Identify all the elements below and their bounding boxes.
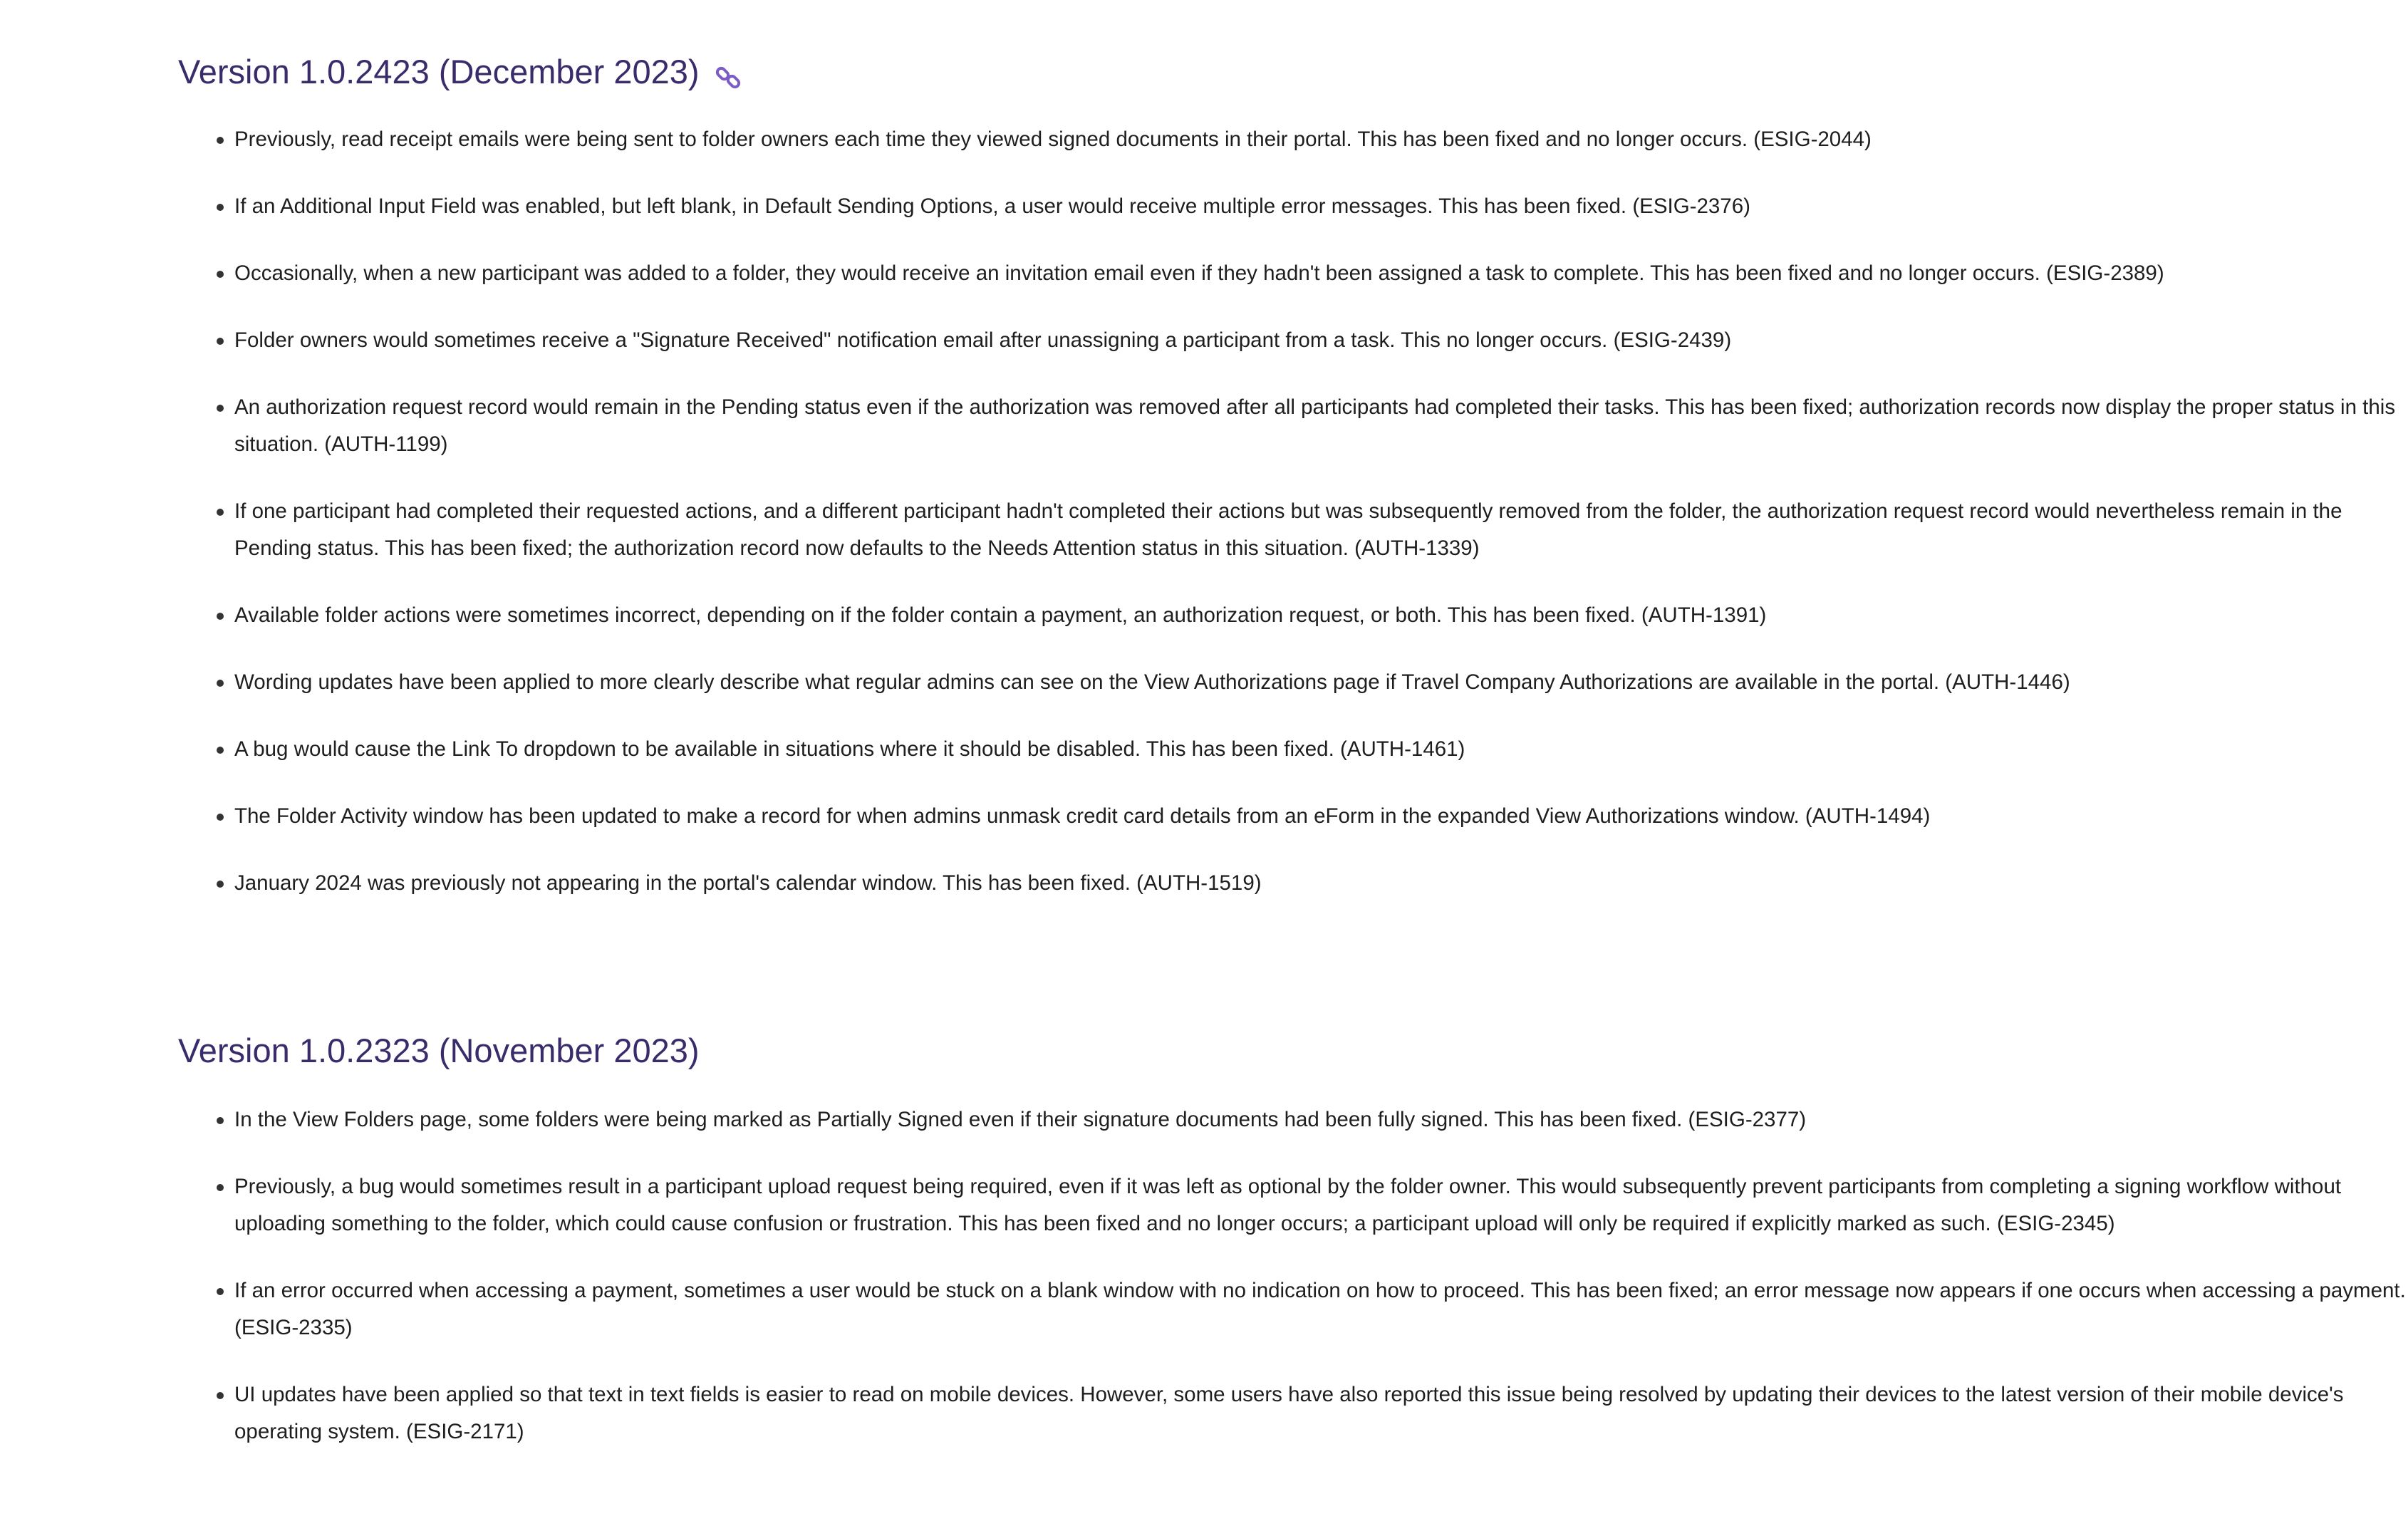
link-icon[interactable] <box>714 60 742 89</box>
section-heading: Version 1.0.2423 (December 2023) <box>178 51 2408 93</box>
list-item: If one participant had completed their r… <box>178 493 2408 567</box>
bullet-icon <box>217 881 224 888</box>
release-section-november-2023: Version 1.0.2323 (November 2023) In the … <box>178 1030 2408 1450</box>
list-item: Wording updates have been applied to mor… <box>178 664 2408 701</box>
bullet-icon <box>217 1117 224 1124</box>
list-item-text: If one participant had completed their r… <box>234 499 2342 560</box>
bullet-icon <box>217 204 224 211</box>
list-item: If an error occurred when accessing a pa… <box>178 1272 2408 1346</box>
bullet-icon <box>217 137 224 144</box>
list-item-text: If an error occurred when accessing a pa… <box>234 1279 2406 1339</box>
list-item-text: A bug would cause the Link To dropdown t… <box>234 737 1465 761</box>
list-item-text: Previously, read receipt emails were bei… <box>234 128 1872 151</box>
bullet-icon <box>217 814 224 821</box>
section-heading-text: Version 1.0.2323 (November 2023) <box>178 1032 700 1069</box>
section-heading-text: Version 1.0.2423 (December 2023) <box>178 53 700 90</box>
list-item-text: UI updates have been applied so that tex… <box>234 1383 2344 1443</box>
release-notes-list: Previously, read receipt emails were bei… <box>178 121 2408 902</box>
release-section-december-2023: Version 1.0.2423 (December 2023) Previou… <box>178 51 2408 902</box>
list-item: Previously, a bug would sometimes result… <box>178 1168 2408 1242</box>
list-item-text: Occasionally, when a new participant was… <box>234 261 2164 285</box>
list-item: Folder owners would sometimes receive a … <box>178 322 2408 359</box>
list-item: Occasionally, when a new participant was… <box>178 255 2408 292</box>
list-item-text: January 2024 was previously not appearin… <box>234 871 1262 895</box>
list-item-text: The Folder Activity window has been upda… <box>234 804 1931 828</box>
list-item: The Folder Activity window has been upda… <box>178 798 2408 835</box>
bullet-icon <box>217 338 224 345</box>
section-heading: Version 1.0.2323 (November 2023) <box>178 1030 2408 1071</box>
bullet-icon <box>217 271 224 278</box>
bullet-icon <box>217 747 224 754</box>
list-item: If an Additional Input Field was enabled… <box>178 188 2408 225</box>
list-item: Available folder actions were sometimes … <box>178 597 2408 634</box>
list-item-text: In the View Folders page, some folders w… <box>234 1108 1807 1131</box>
list-item-text: Wording updates have been applied to mor… <box>234 670 2070 694</box>
bullet-icon <box>217 1288 224 1295</box>
bullet-icon <box>217 1392 224 1399</box>
list-item-text: An authorization request record would re… <box>234 395 2396 456</box>
list-item: In the View Folders page, some folders w… <box>178 1101 2408 1138</box>
list-item: An authorization request record would re… <box>178 389 2408 463</box>
list-item: A bug would cause the Link To dropdown t… <box>178 731 2408 768</box>
list-item-text: Previously, a bug would sometimes result… <box>234 1175 2342 1235</box>
list-item: January 2024 was previously not appearin… <box>178 865 2408 902</box>
list-item: Previously, read receipt emails were bei… <box>178 121 2408 158</box>
list-item-text: Folder owners would sometimes receive a … <box>234 328 1732 352</box>
release-notes-list: In the View Folders page, some folders w… <box>178 1101 2408 1450</box>
bullet-icon <box>217 613 224 620</box>
bullet-icon <box>217 405 224 412</box>
bullet-icon <box>217 680 224 687</box>
list-item-text: Available folder actions were sometimes … <box>234 603 1767 627</box>
list-item-text: If an Additional Input Field was enabled… <box>234 194 1750 218</box>
list-item: UI updates have been applied so that tex… <box>178 1376 2408 1450</box>
bullet-icon <box>217 1184 224 1191</box>
bullet-icon <box>217 509 224 516</box>
